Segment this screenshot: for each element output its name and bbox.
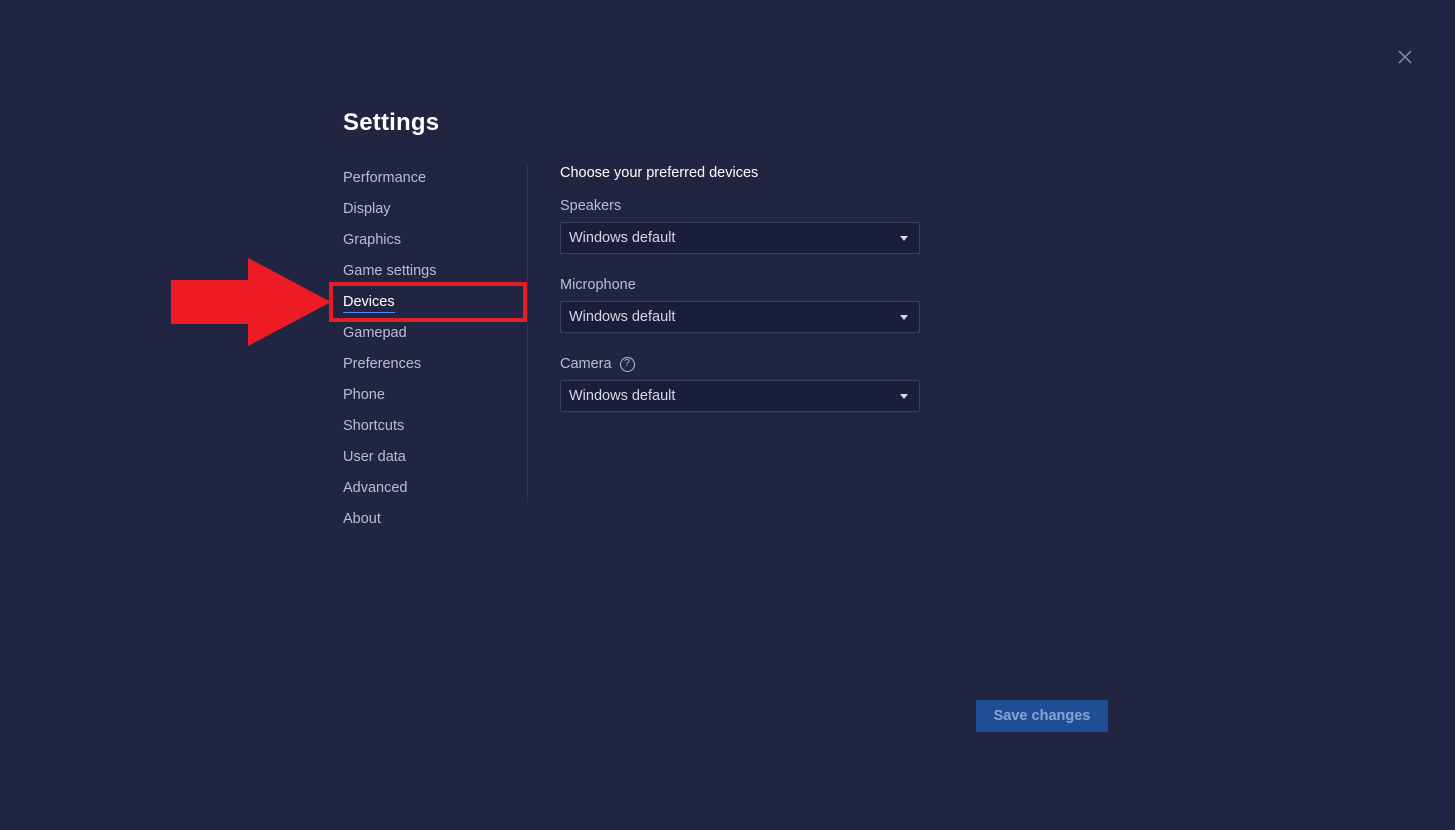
- camera-label-text: Camera: [560, 356, 612, 372]
- sidebar-item-label: Display: [343, 201, 391, 217]
- microphone-select-value: Windows default: [569, 309, 676, 325]
- camera-label: Camera ?: [560, 354, 920, 374]
- sidebar-item-label: Graphics: [343, 232, 402, 248]
- speakers-select-value: Windows default: [569, 230, 676, 246]
- chevron-down-icon: [900, 394, 908, 399]
- sidebar-divider: [527, 164, 528, 502]
- sidebar-item-graphics[interactable]: Graphics: [343, 227, 527, 258]
- sidebar-item-label: Advanced: [343, 480, 408, 496]
- sidebar-item-label: Gamepad: [343, 325, 407, 341]
- sidebar-item-performance[interactable]: Performance: [343, 165, 527, 196]
- page-title: Settings: [343, 109, 440, 136]
- sidebar-item-label: Game settings: [343, 263, 437, 279]
- chevron-down-icon: [900, 315, 908, 320]
- sidebar-item-label: Preferences: [343, 356, 422, 372]
- sidebar-item-label: About: [343, 511, 381, 527]
- camera-select[interactable]: Windows default: [560, 380, 920, 412]
- sidebar-item-shortcuts[interactable]: Shortcuts: [343, 413, 527, 444]
- annotation-highlight-box: [329, 282, 527, 322]
- sidebar-item-gamepad[interactable]: Gamepad: [343, 320, 527, 351]
- microphone-select[interactable]: Windows default: [560, 301, 920, 333]
- help-circle-icon[interactable]: ?: [619, 356, 635, 372]
- close-icon: [1398, 50, 1412, 64]
- settings-page: Settings Performance Display Graphics Ga…: [0, 0, 1455, 830]
- sidebar-item-about[interactable]: About: [343, 506, 527, 537]
- sidebar-item-advanced[interactable]: Advanced: [343, 475, 527, 506]
- sidebar-item-label: User data: [343, 449, 406, 465]
- camera-select-value: Windows default: [569, 388, 676, 404]
- save-changes-button[interactable]: Save changes: [976, 700, 1108, 732]
- section-heading: Choose your preferred devices: [560, 165, 759, 181]
- sidebar-item-preferences[interactable]: Preferences: [343, 351, 527, 382]
- sidebar-item-phone[interactable]: Phone: [343, 382, 527, 413]
- sidebar-item-label: Phone: [343, 387, 385, 403]
- microphone-label: Microphone: [560, 275, 920, 295]
- sidebar-item-label: Performance: [343, 170, 427, 186]
- sidebar-item-label: Shortcuts: [343, 418, 405, 434]
- sidebar-item-user-data[interactable]: User data: [343, 444, 527, 475]
- microphone-label-text: Microphone: [560, 277, 636, 293]
- speakers-select[interactable]: Windows default: [560, 222, 920, 254]
- annotation-arrow-icon: [171, 258, 331, 346]
- devices-panel: Choose your preferred devices Speakers W…: [560, 163, 920, 412]
- close-button[interactable]: [1395, 47, 1415, 67]
- sidebar-item-display[interactable]: Display: [343, 196, 527, 227]
- speakers-label-text: Speakers: [560, 198, 622, 214]
- speakers-label: Speakers: [560, 196, 920, 216]
- chevron-down-icon: [900, 236, 908, 241]
- settings-sidebar: Performance Display Graphics Game settin…: [343, 165, 527, 537]
